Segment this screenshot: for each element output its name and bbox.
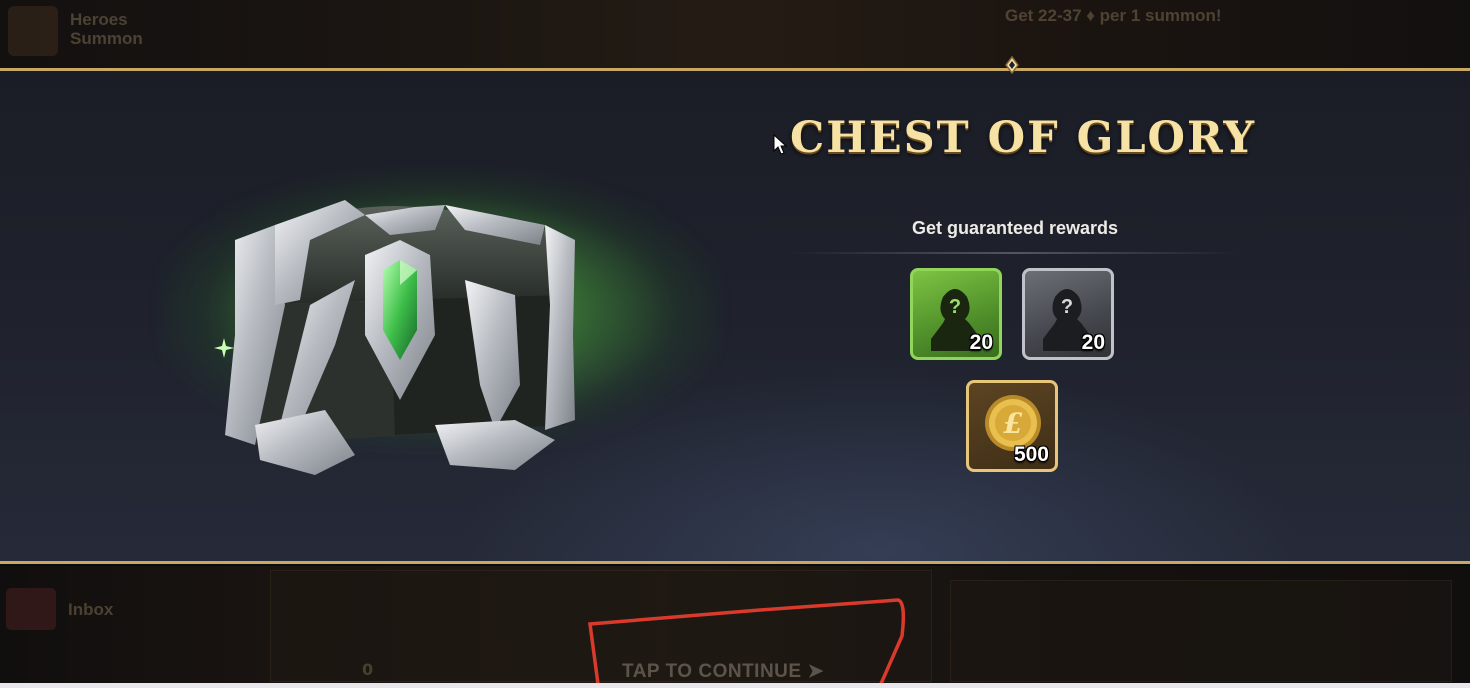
rewards-subtitle: Get guaranteed rewards <box>911 218 1119 238</box>
inbox-icon <box>6 588 56 630</box>
reward-uncommon-hero[interactable]: ? 20 <box>910 268 1002 360</box>
inbox-label: Inbox <box>68 600 114 619</box>
subtitle-divider <box>790 252 1240 254</box>
background-side-panel <box>950 580 1452 682</box>
chest-title: CHEST OF GLORY <box>790 113 1257 163</box>
reward-gold-coins[interactable]: £ 500 <box>966 380 1058 472</box>
svg-text:£: £ <box>1003 407 1022 440</box>
ornament-diamond-icon <box>1005 56 1019 74</box>
reward-count: 500 <box>1013 443 1049 466</box>
svg-text:?: ? <box>949 296 961 318</box>
reward-count: 20 <box>969 331 993 354</box>
reward-count: 20 <box>1081 331 1105 354</box>
summon-promo-text: Get 22-37 ♦ per 1 summon! <box>1005 6 1222 25</box>
reward-common-hero[interactable]: ? 20 <box>1022 268 1114 360</box>
chest-of-glory-image[interactable] <box>215 185 585 485</box>
heroes-summon-label: Heroes Summon <box>70 10 143 48</box>
red-annotation-mark <box>588 598 906 688</box>
heroes-summon-icon <box>8 6 58 56</box>
mouse-cursor-icon <box>773 134 788 155</box>
svg-text:?: ? <box>1061 296 1073 318</box>
background-counter: 0 <box>362 660 374 679</box>
bottom-strip <box>0 683 1470 688</box>
